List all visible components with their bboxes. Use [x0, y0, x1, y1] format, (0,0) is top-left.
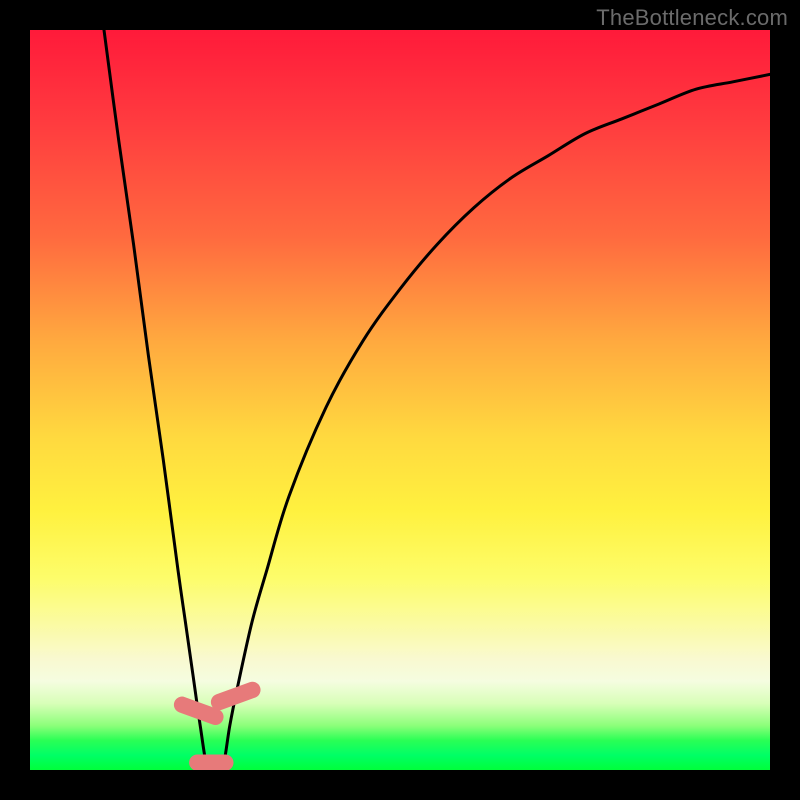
bottleneck-curve: [104, 30, 770, 770]
plot-area: [30, 30, 770, 770]
right-marker: [209, 679, 263, 712]
chart-frame: TheBottleneck.com: [0, 0, 800, 800]
watermark-text: TheBottleneck.com: [596, 5, 788, 31]
left-marker: [172, 694, 226, 727]
curve-layer: [30, 30, 770, 770]
bottom-marker: [189, 754, 233, 770]
